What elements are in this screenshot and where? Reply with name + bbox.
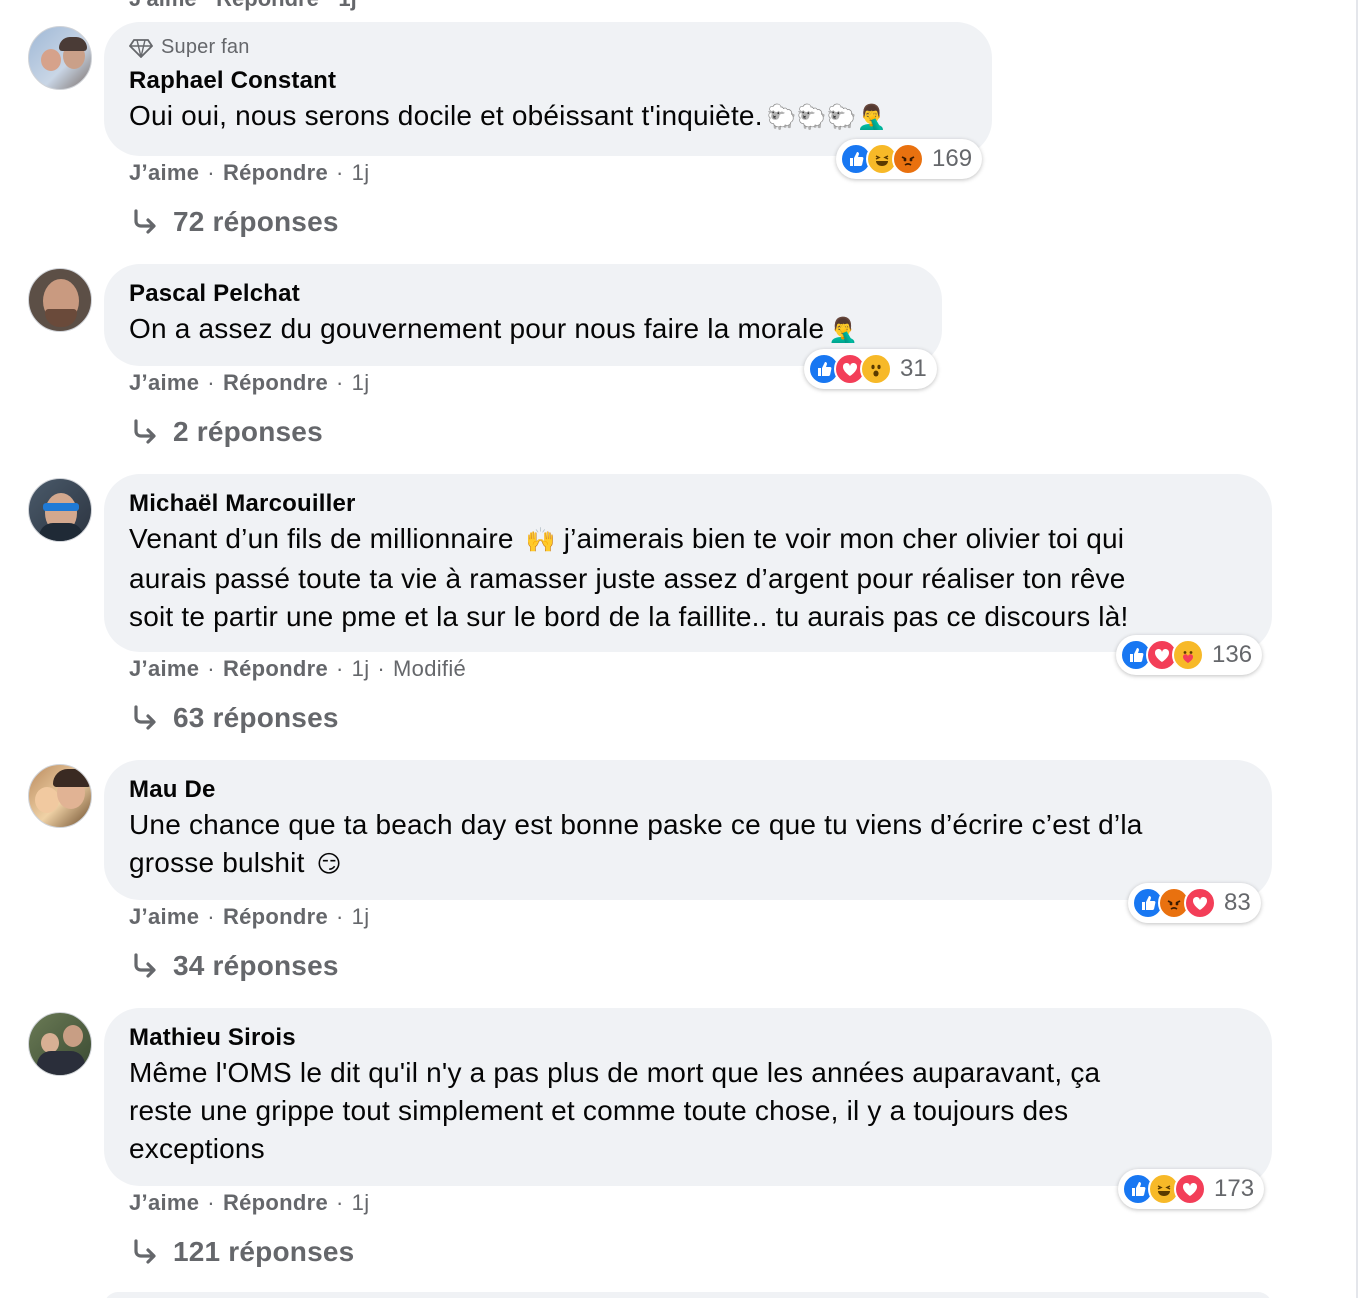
comment-actions: J’aime · Répondre · 1j	[129, 160, 370, 186]
comment-text: Oui oui, nous serons docile et obéissant…	[129, 97, 967, 137]
reply-link[interactable]: Répondre	[223, 1190, 328, 1216]
reply-arrow-icon	[134, 1239, 156, 1264]
previous-comment-actions: J'aime · Répondre · 1j	[129, 0, 357, 12]
avatar[interactable]	[28, 1012, 92, 1076]
reaction-count: 83	[1224, 889, 1251, 916]
like-link[interactable]: J’aime	[129, 904, 199, 930]
reply-link[interactable]: Répondre	[223, 160, 328, 186]
view-replies-link[interactable]: 63 réponses	[129, 702, 339, 734]
reactions-summary[interactable]: 31	[804, 349, 937, 389]
reaction-count: 173	[1214, 1175, 1255, 1202]
comment-text: Même l'OMS le dit qu'il n'y a pas plus d…	[129, 1057, 1101, 1164]
reaction-count: 31	[900, 355, 927, 382]
replies-count: 121 réponses	[173, 1236, 355, 1267]
timestamp[interactable]: 1j	[352, 370, 370, 396]
view-replies-link[interactable]: 121 réponses	[129, 1236, 354, 1268]
edited-label[interactable]: Modifié	[393, 656, 466, 682]
avatar[interactable]	[28, 26, 92, 90]
comment-actions: J’aime · Répondre · 1j	[129, 370, 370, 396]
reply-arrow-icon	[134, 953, 156, 978]
reactions-summary[interactable]: 169	[836, 139, 983, 179]
comment-bubble: Mau De Une chance que ta beach day est b…	[104, 760, 1272, 900]
avatar[interactable]	[28, 268, 92, 332]
view-replies-link[interactable]: 2 réponses	[129, 416, 323, 448]
comment-emoji: 😏	[316, 850, 342, 878]
angry-reaction-icon	[892, 143, 924, 175]
next-comment-bubble	[104, 1292, 1272, 1298]
comment-actions: J’aime · Répondre · 1j	[129, 1190, 370, 1216]
reply-link[interactable]: Répondre	[223, 656, 328, 682]
replies-count: 72 réponses	[173, 206, 339, 237]
replies-count: 63 réponses	[173, 702, 339, 733]
comment-author[interactable]: Michaël Marcouiller	[129, 488, 1247, 520]
reaction-count: 169	[932, 145, 973, 172]
comment-author[interactable]: Mau De	[129, 774, 1247, 806]
super-fan-badge: Super fan	[129, 36, 967, 59]
reactions-summary[interactable]: 136	[1116, 635, 1263, 675]
replies-count: 2 réponses	[173, 416, 323, 447]
comment-author[interactable]: Mathieu Sirois	[129, 1022, 1247, 1054]
comment-author[interactable]: Raphael Constant	[129, 65, 967, 97]
comment-emoji: 🙌	[525, 526, 556, 554]
comment-actions: J’aime · Répondre · 1j	[129, 904, 370, 930]
timestamp[interactable]: 1j	[352, 656, 370, 682]
timestamp[interactable]: 1j	[352, 1190, 370, 1216]
timestamp[interactable]: 1j	[352, 160, 370, 186]
like-link[interactable]: J’aime	[129, 1190, 199, 1216]
comment-bubble: Michaël Marcouiller Venant d’un fils de …	[104, 474, 1272, 652]
timestamp[interactable]: 1j	[352, 904, 370, 930]
avatar[interactable]	[28, 764, 92, 828]
comment-text: Une chance que ta beach day est bonne pa…	[129, 806, 1247, 884]
reply-arrow-icon	[134, 419, 156, 444]
reactions-summary[interactable]: 83	[1128, 883, 1261, 923]
replies-count: 34 réponses	[173, 950, 339, 981]
reply-link[interactable]: Répondre	[223, 904, 328, 930]
view-replies-link[interactable]: 72 réponses	[129, 206, 339, 238]
like-link[interactable]: J’aime	[129, 370, 199, 396]
reply-arrow-icon	[134, 209, 156, 234]
love-reaction-icon	[1184, 887, 1216, 919]
view-replies-link[interactable]: 34 réponses	[129, 950, 339, 982]
reply-arrow-icon	[134, 705, 156, 730]
comment-bubble: Mathieu Sirois Même l'OMS le dit qu'il n…	[104, 1008, 1272, 1186]
love-reaction-icon	[1174, 1173, 1206, 1205]
like-link[interactable]: J’aime	[129, 160, 199, 186]
badge-label: Super fan	[161, 36, 250, 58]
comment-author[interactable]: Pascal Pelchat	[129, 278, 917, 310]
like-link[interactable]: J’aime	[129, 656, 199, 682]
comment-emoji: 🤦‍♂️	[828, 316, 859, 344]
reaction-count: 136	[1212, 641, 1253, 668]
comment-emoji: 🐑🐑🐑🤦‍♂️	[766, 103, 888, 131]
care-reaction-icon	[1172, 639, 1204, 671]
comment-actions: J’aime · Répondre · 1j · Modifié	[129, 656, 467, 682]
reply-link[interactable]: Répondre	[223, 370, 328, 396]
wow-reaction-icon	[860, 353, 892, 385]
diamond-icon	[129, 38, 153, 58]
reactions-summary[interactable]: 173	[1118, 1169, 1265, 1209]
comment-text: On a assez du gouvernement pour nous fai…	[129, 310, 917, 350]
avatar[interactable]	[28, 478, 92, 542]
comment-bubble: Super fan Raphael Constant Oui oui, nous…	[104, 22, 992, 156]
comment-text: Venant d’un fils de millionnaire 🙌 j’aim…	[129, 523, 1129, 632]
